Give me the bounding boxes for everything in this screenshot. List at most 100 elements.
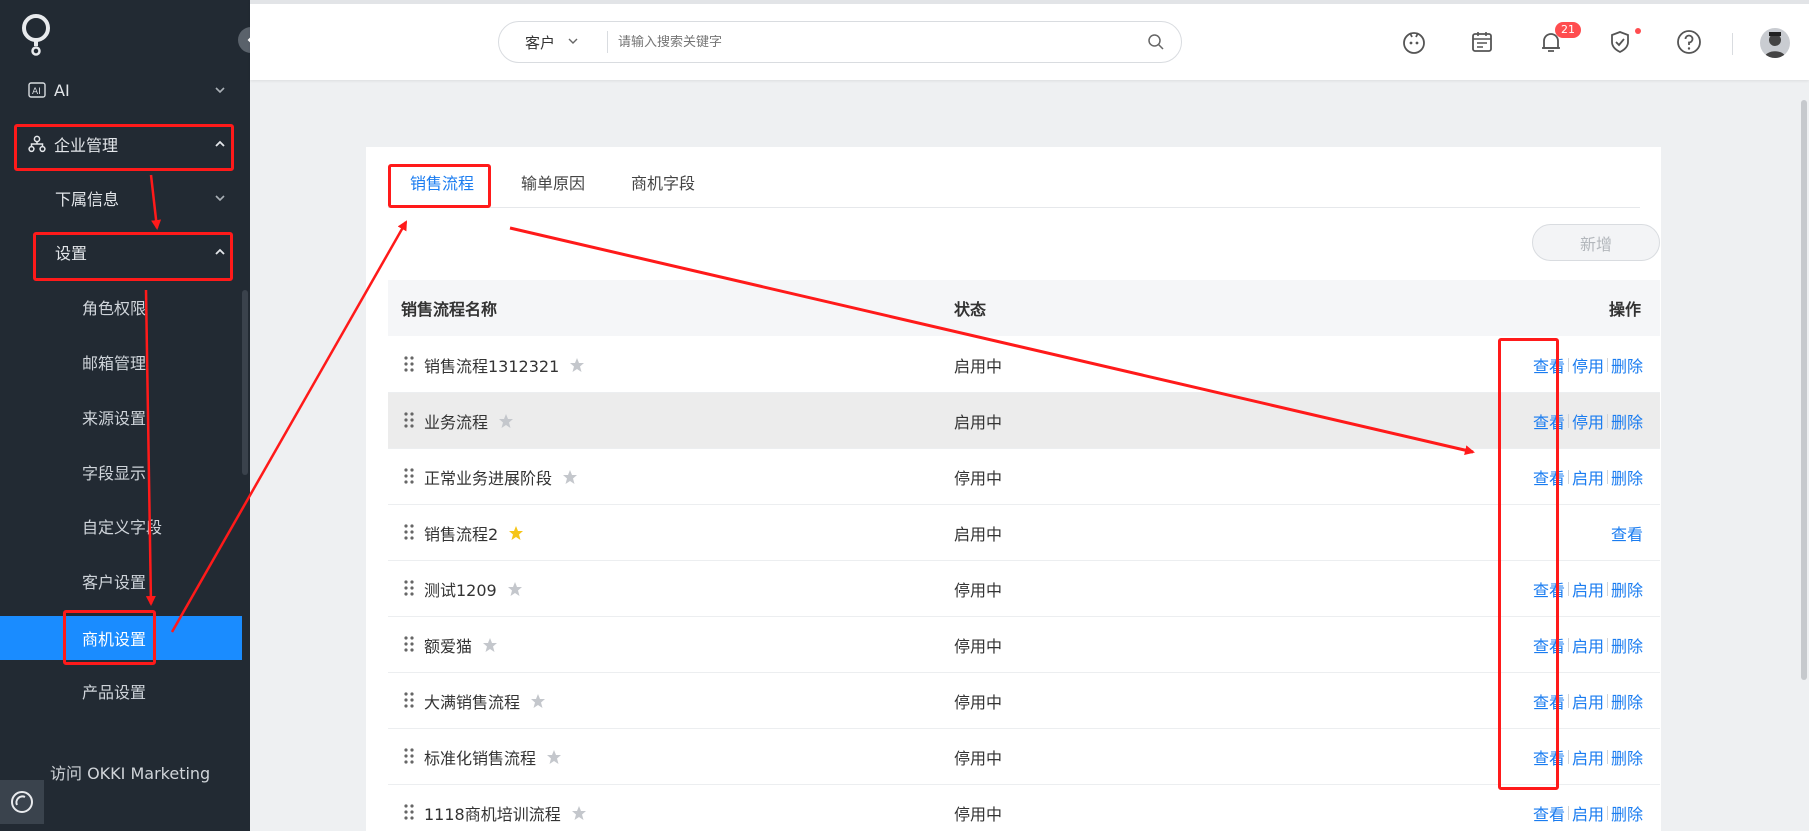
- star-icon[interactable]: [498, 413, 514, 429]
- sidebar-subitem-roles[interactable]: 角色权限: [0, 287, 242, 327]
- delete-link[interactable]: 删除: [1611, 633, 1643, 657]
- calendar-icon[interactable]: [1468, 28, 1496, 56]
- sidebar-scrollbar[interactable]: [242, 290, 248, 475]
- drag-handle-icon[interactable]: [404, 635, 414, 653]
- status-cell: 启用中: [954, 524, 1003, 544]
- sidebar-subitem-field-display[interactable]: 字段显示: [0, 452, 242, 492]
- status-cell: 停用中: [954, 748, 1003, 768]
- tab-opportunity-fields[interactable]: 商机字段: [631, 173, 695, 208]
- sidebar-item-label: 下属信息: [55, 190, 120, 209]
- table-row[interactable]: 测试1209 停用中 查看 启用 删除: [388, 561, 1660, 617]
- drag-handle-icon[interactable]: [404, 411, 414, 429]
- drag-handle-icon[interactable]: [404, 579, 414, 597]
- page-scrollbar[interactable]: [1801, 100, 1807, 680]
- status-cell: 停用中: [954, 804, 1003, 824]
- enable-link[interactable]: 启用: [1572, 465, 1604, 489]
- add-button[interactable]: 新增: [1532, 224, 1660, 261]
- tab-loss-reasons[interactable]: 输单原因: [521, 173, 585, 208]
- drag-handle-icon[interactable]: [404, 747, 414, 765]
- table-row[interactable]: 业务流程 启用中 查看 停用 删除: [388, 393, 1660, 449]
- status-cell: 启用中: [954, 412, 1003, 432]
- delete-link[interactable]: 删除: [1611, 801, 1643, 825]
- process-name: 销售流程1312321: [424, 356, 560, 376]
- view-link[interactable]: 查看: [1533, 801, 1565, 825]
- delete-link[interactable]: 删除: [1611, 577, 1643, 601]
- enable-link[interactable]: 启用: [1572, 745, 1604, 769]
- process-name-cell: 销售流程2: [424, 521, 524, 545]
- process-name-cell: 标准化销售流程: [424, 745, 562, 769]
- column-header-name: 销售流程名称: [401, 300, 498, 319]
- search-scope-select[interactable]: 客户: [499, 32, 607, 53]
- logo-icon[interactable]: [18, 12, 54, 56]
- star-icon[interactable]: [562, 469, 578, 485]
- sidebar-subitem-customer-settings[interactable]: 客户设置: [0, 561, 242, 601]
- star-icon[interactable]: [569, 357, 585, 373]
- delete-link[interactable]: 删除: [1611, 409, 1643, 433]
- table-row[interactable]: 正常业务进展阶段 停用中 查看 启用 删除: [388, 449, 1660, 505]
- enable-link[interactable]: 启用: [1572, 633, 1604, 657]
- disable-link[interactable]: 停用: [1572, 409, 1604, 433]
- search-icon[interactable]: [1147, 33, 1165, 55]
- table-row[interactable]: 销售流程1312321 启用中 查看 停用 删除: [388, 337, 1660, 393]
- drag-handle-icon[interactable]: [404, 803, 414, 821]
- action-separator: [1606, 469, 1608, 484]
- star-icon[interactable]: [571, 805, 587, 821]
- okki-marketing-link[interactable]: 访问 OKKI Marketing: [50, 760, 210, 784]
- action-separator: [1567, 357, 1569, 372]
- drag-handle-icon[interactable]: [404, 691, 414, 709]
- delete-link[interactable]: 删除: [1611, 689, 1643, 713]
- process-name-cell: 额爱猫: [424, 633, 498, 657]
- star-icon[interactable]: [530, 693, 546, 709]
- enable-link[interactable]: 启用: [1572, 689, 1604, 713]
- table-row[interactable]: 标准化销售流程 停用中 查看 启用 删除: [388, 729, 1660, 785]
- disable-link[interactable]: 停用: [1572, 353, 1604, 377]
- process-name: 业务流程: [424, 412, 489, 432]
- delete-link[interactable]: 删除: [1611, 465, 1643, 489]
- process-name-cell: 销售流程1312321: [424, 353, 585, 377]
- column-header-actions: 操作: [1608, 300, 1641, 319]
- delete-link[interactable]: 删除: [1611, 353, 1643, 377]
- star-icon[interactable]: [482, 637, 498, 653]
- search-input[interactable]: [618, 34, 1098, 50]
- shield-check-icon[interactable]: [1606, 28, 1634, 56]
- process-name: 正常业务进展阶段: [424, 468, 553, 488]
- drag-handle-icon[interactable]: [404, 523, 414, 541]
- ai-icon: AI: [28, 81, 46, 99]
- process-name: 额爱猫: [424, 636, 473, 656]
- sidebar-subitem-custom-fields[interactable]: 自定义字段: [0, 506, 242, 546]
- sidebar-subitem-mailbox[interactable]: 邮箱管理: [0, 342, 242, 382]
- table-row[interactable]: 销售流程2 启用中 查看: [388, 505, 1660, 561]
- drag-handle-icon[interactable]: [404, 467, 414, 485]
- enable-link[interactable]: 启用: [1572, 801, 1604, 825]
- bottom-app-icon[interactable]: [0, 780, 44, 824]
- annotation-box-sales-tab: [388, 164, 491, 208]
- star-icon[interactable]: [508, 525, 524, 541]
- user-avatar[interactable]: [1760, 28, 1790, 58]
- enable-link[interactable]: 启用: [1572, 577, 1604, 601]
- sidebar-item-label: AI: [54, 80, 70, 100]
- status-cell: 停用中: [954, 636, 1003, 656]
- search-divider: [607, 31, 608, 53]
- robot-icon[interactable]: [1400, 28, 1428, 56]
- help-icon[interactable]: [1675, 28, 1703, 56]
- table-row[interactable]: 大满销售流程 停用中 查看 启用 删除: [388, 673, 1660, 729]
- notification-count-badge: 21: [1555, 22, 1581, 38]
- drag-handle-icon[interactable]: [404, 355, 414, 373]
- view-link[interactable]: 查看: [1611, 521, 1643, 545]
- action-separator: [1606, 805, 1608, 820]
- star-icon[interactable]: [507, 581, 523, 597]
- annotation-box-actions: [1498, 338, 1559, 790]
- action-separator: [1567, 693, 1569, 708]
- sidebar-subitem-product-settings[interactable]: 产品设置: [0, 671, 242, 711]
- sidebar-item-subordinates[interactable]: 下属信息: [0, 178, 242, 218]
- table-row[interactable]: 1118商机培训流程 停用中 查看 启用 删除: [388, 785, 1660, 831]
- process-name-cell: 1118商机培训流程: [424, 801, 587, 825]
- process-name: 大满销售流程: [424, 692, 521, 712]
- sidebar-subitem-source[interactable]: 来源设置: [0, 397, 242, 437]
- chevron-down-icon: [212, 190, 228, 206]
- status-cell: 启用中: [954, 356, 1003, 376]
- star-icon[interactable]: [546, 749, 562, 765]
- sidebar-item-ai[interactable]: AI AI: [0, 70, 242, 110]
- table-row[interactable]: 额爱猫 停用中 查看 启用 删除: [388, 617, 1660, 673]
- delete-link[interactable]: 删除: [1611, 745, 1643, 769]
